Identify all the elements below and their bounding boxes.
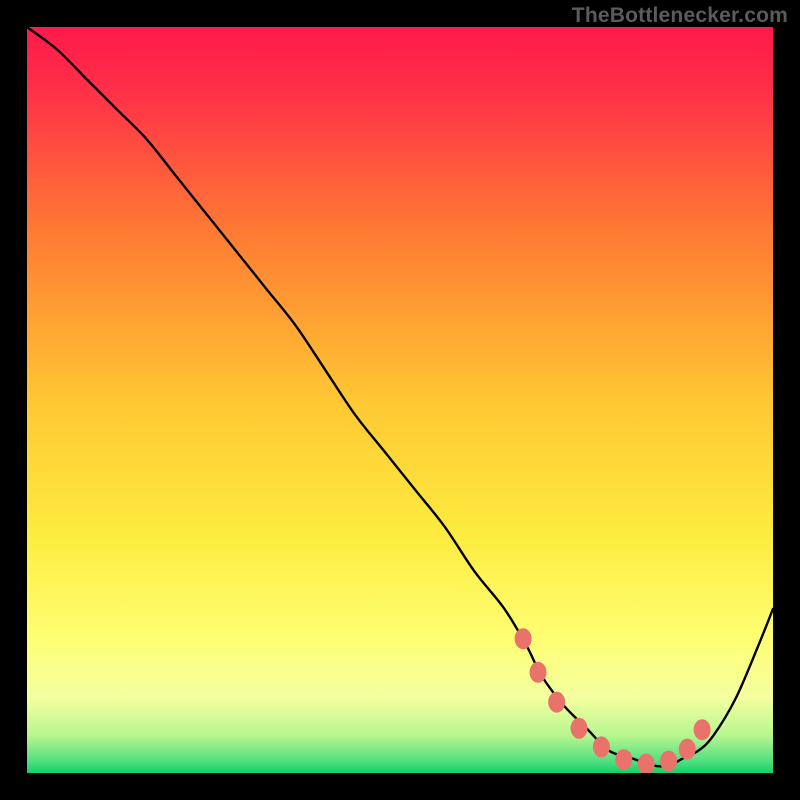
marker-dot [515,628,532,649]
watermark-text: TheBottlenecker.com [572,4,788,28]
optimal-range-dots [515,628,711,773]
curve-layer [27,27,773,773]
plot-area [27,27,773,773]
marker-dot [571,718,588,739]
marker-dot [615,749,632,770]
marker-dot [660,751,677,772]
marker-dot [593,736,610,757]
chart-frame: TheBottlenecker.com [0,0,800,800]
marker-dot [638,754,655,773]
bottleneck-curve [27,27,773,766]
marker-dot [679,739,696,760]
marker-dot [548,692,565,713]
marker-dot [694,719,711,740]
marker-dot [530,662,547,683]
